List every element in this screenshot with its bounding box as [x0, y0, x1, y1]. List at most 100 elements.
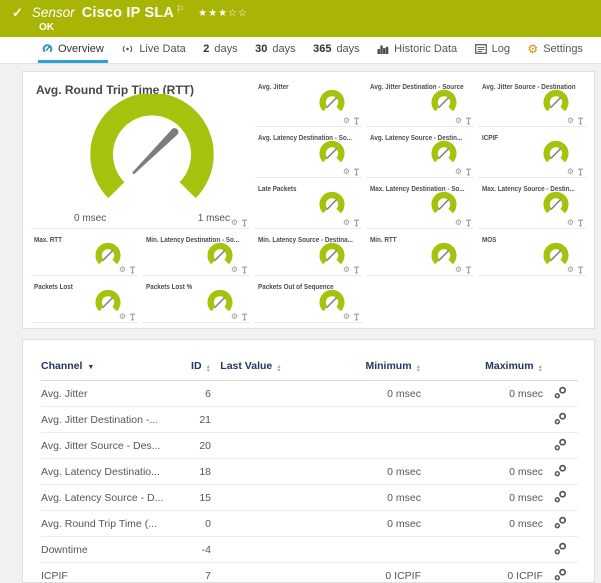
column-header-channel[interactable]: Channel ▼	[41, 356, 169, 381]
pin-icon[interactable]	[241, 313, 248, 321]
gear-icon[interactable]: ⚙	[119, 266, 126, 274]
gauge-tile[interactable]: Max. RTT ⚙	[31, 232, 138, 276]
tab-365-days[interactable]: 365 days	[309, 37, 364, 63]
channel-settings-button[interactable]	[554, 516, 567, 532]
channel-settings-button[interactable]	[554, 438, 567, 454]
tab-historic-data[interactable]: Historic Data	[373, 37, 461, 63]
column-header-last-value[interactable]: Last Value ▲ ▼	[211, 356, 291, 381]
gear-icon[interactable]: ⚙	[343, 266, 350, 274]
gear-icon[interactable]: ⚙	[567, 168, 574, 176]
gear-icon[interactable]: ⚙	[455, 117, 462, 125]
channel-last-value	[211, 459, 291, 485]
channel-name[interactable]: Avg. Round Trip Time (...	[41, 511, 169, 537]
gear-icon[interactable]: ⚙	[343, 313, 350, 321]
pin-icon[interactable]	[241, 219, 248, 227]
channel-last-value	[211, 433, 291, 459]
gauge-tile[interactable]: Max. Latency Destination - So... ⚙	[367, 181, 474, 229]
gauge-tile[interactable]: Avg. Jitter Source - Destination ⚙	[479, 79, 586, 127]
gauge-tile[interactable]: Avg. Latency Destination - So... ⚙	[255, 130, 362, 178]
channel-settings-button[interactable]	[554, 464, 567, 480]
gear-icon[interactable]: ⚙	[455, 219, 462, 227]
table-row[interactable]: Avg. Latency Destinatio... 18 0 msec 0 m…	[41, 459, 578, 485]
channel-settings-button[interactable]	[554, 412, 567, 428]
gauge-tile[interactable]: Min. Latency Destination - So... ⚙	[143, 232, 250, 276]
channel-name[interactable]: ICPIF	[41, 563, 169, 583]
channel-id: 20	[199, 439, 211, 452]
gauge-tile[interactable]: Avg. Jitter Destination - Source ⚙	[367, 79, 474, 127]
tab-settings[interactable]: ⚙ Settings	[523, 37, 587, 63]
gauge-tile-avg-round-trip-time[interactable]: Avg. Round Trip Time (RTT) 0 msec 1 msec…	[31, 79, 250, 229]
tab-30-days[interactable]: 30 days	[251, 37, 300, 63]
tab-2-days[interactable]: 2 days	[199, 37, 241, 63]
pin-icon[interactable]	[577, 117, 584, 125]
gear-icon[interactable]: ⚙	[231, 219, 238, 227]
table-row[interactable]: Avg. Jitter Destination -... 21	[41, 407, 578, 433]
channel-name[interactable]: Avg. Jitter Destination -...	[41, 407, 169, 433]
gauge-tile[interactable]: Avg. Latency Source - Destin... ⚙	[367, 130, 474, 178]
table-row[interactable]: Avg. Jitter 6 0 msec 0 msec	[41, 381, 578, 407]
gauge-title: ICPIF	[482, 133, 499, 142]
gauge-tile[interactable]: Max. Latency Source - Destin... ⚙	[479, 181, 586, 229]
gear-icon[interactable]: ⚙	[343, 168, 350, 176]
pin-icon[interactable]	[577, 219, 584, 227]
table-row[interactable]: ICPIF 7 0 ICPIF 0 ICPIF	[41, 563, 578, 583]
flag-icon[interactable]: ⚐	[176, 4, 184, 15]
gear-icon[interactable]: ⚙	[343, 219, 350, 227]
pin-icon[interactable]	[577, 266, 584, 274]
pin-icon[interactable]	[353, 168, 360, 176]
gauge-tile[interactable]: Late Packets ⚙	[255, 181, 362, 229]
channel-name[interactable]: Avg. Latency Destinatio...	[41, 459, 169, 485]
channel-settings-button[interactable]	[554, 542, 567, 558]
channel-settings-button[interactable]	[554, 490, 567, 506]
gear-icon[interactable]: ⚙	[455, 266, 462, 274]
pin-icon[interactable]	[353, 117, 360, 125]
pin-icon[interactable]	[353, 266, 360, 274]
channel-settings-button[interactable]	[554, 568, 567, 583]
gear-icon[interactable]: ⚙	[455, 168, 462, 176]
pin-icon[interactable]	[465, 117, 472, 125]
channel-name[interactable]: Avg. Jitter Source - Des...	[41, 433, 169, 459]
column-header-id[interactable]: ID ▲ ▼	[169, 356, 211, 381]
gear-icon[interactable]: ⚙	[567, 219, 574, 227]
gauge-tile[interactable]: ICPIF ⚙	[479, 130, 586, 178]
gauge-tile[interactable]: Min. Latency Source - Destina... ⚙	[255, 232, 362, 276]
table-row[interactable]: Avg. Round Trip Time (... 0 0 msec 0 mse…	[41, 511, 578, 537]
channel-name[interactable]: Avg. Latency Source - D...	[41, 485, 169, 511]
channel-name[interactable]: Avg. Jitter	[41, 381, 169, 407]
channel-name[interactable]: Downtime	[41, 537, 169, 563]
pin-icon[interactable]	[241, 266, 248, 274]
gauge-tile[interactable]: Packets Out of Sequence ⚙	[255, 279, 362, 323]
gauge-tile[interactable]: Avg. Jitter ⚙	[255, 79, 362, 127]
gauge-tile[interactable]: Min. RTT ⚙	[367, 232, 474, 276]
tab-overview[interactable]: Overview	[38, 37, 108, 63]
pin-icon[interactable]	[577, 168, 584, 176]
channel-minimum: 0 msec	[387, 517, 421, 530]
channel-maximum: 0 msec	[509, 465, 543, 478]
gear-icon[interactable]: ⚙	[231, 266, 238, 274]
gear-icon[interactable]: ⚙	[119, 313, 126, 321]
gear-icon[interactable]: ⚙	[567, 266, 574, 274]
column-header-minimum[interactable]: Minimum ▲ ▼	[291, 356, 421, 381]
tab-log[interactable]: Log	[471, 37, 514, 63]
gear-icon[interactable]: ⚙	[343, 117, 350, 125]
column-header-maximum[interactable]: Maximum ▲ ▼	[421, 356, 543, 381]
channel-settings-button[interactable]	[554, 386, 567, 402]
pin-icon[interactable]	[465, 219, 472, 227]
pin-icon[interactable]	[353, 313, 360, 321]
gear-icon[interactable]: ⚙	[231, 313, 238, 321]
pin-icon[interactable]	[465, 168, 472, 176]
table-row[interactable]: Downtime -4	[41, 537, 578, 563]
table-row[interactable]: Avg. Jitter Source - Des... 20	[41, 433, 578, 459]
pin-icon[interactable]	[129, 266, 136, 274]
priority-star-rating[interactable]: ★★★☆☆	[198, 8, 248, 19]
pin-icon[interactable]	[353, 219, 360, 227]
sensor-title[interactable]: Cisco IP SLA	[82, 5, 174, 21]
tab-live-data[interactable]: Live Data	[117, 37, 189, 63]
gauge-tile[interactable]: Packets Lost ⚙	[31, 279, 138, 323]
pin-icon[interactable]	[129, 313, 136, 321]
pin-icon[interactable]	[465, 266, 472, 274]
gauge-tile[interactable]: Packets Lost % ⚙	[143, 279, 250, 323]
gear-icon[interactable]: ⚙	[567, 117, 574, 125]
gauge-tile[interactable]: MOS ⚙	[479, 232, 586, 276]
table-row[interactable]: Avg. Latency Source - D... 15 0 msec 0 m…	[41, 485, 578, 511]
